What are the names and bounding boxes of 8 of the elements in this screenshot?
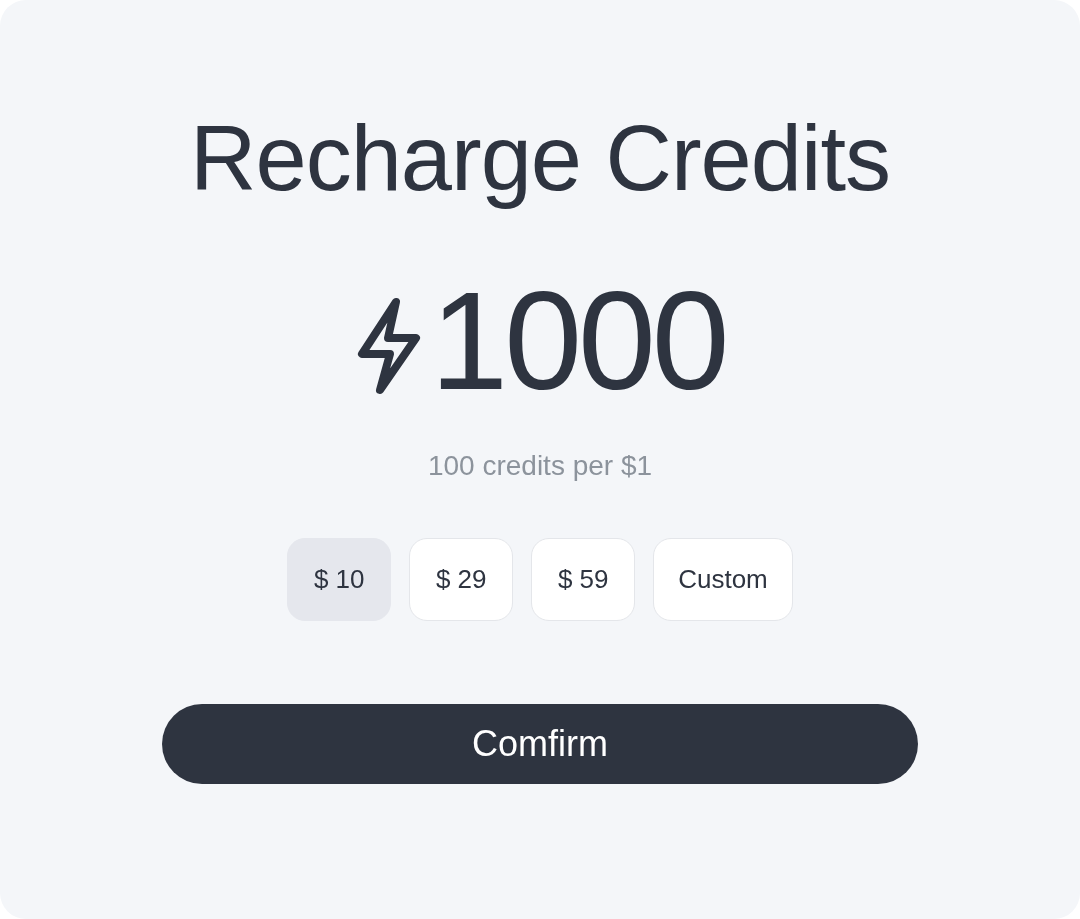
credit-amount: 1000	[430, 276, 726, 406]
dialog-title: Recharge Credits	[190, 106, 890, 211]
amount-option[interactable]: $ 29	[409, 538, 514, 621]
rate-text: 100 credits per $1	[427, 449, 653, 483]
amount-option[interactable]: Custom	[653, 538, 793, 621]
amount-option[interactable]: $ 59	[531, 538, 636, 621]
amount-option[interactable]: $ 10	[287, 538, 392, 621]
confirm-button[interactable]: Comfirm	[162, 704, 918, 784]
